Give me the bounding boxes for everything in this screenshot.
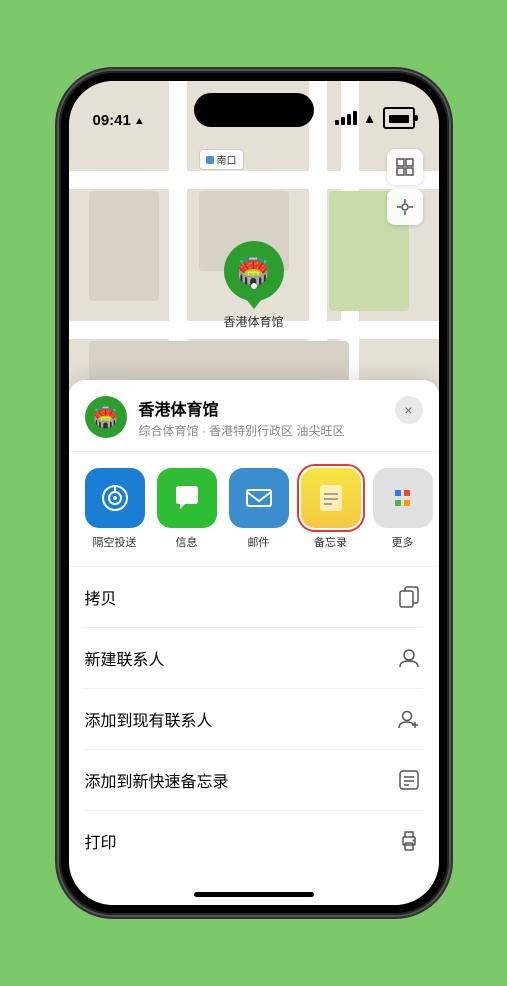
messages-icon[interactable]: [157, 468, 217, 528]
action-new-contact[interactable]: 新建联系人: [85, 628, 423, 689]
sheet-title-area: 香港体育馆 综合体育馆 · 香港特别行政区 油尖旺区: [139, 396, 383, 439]
airdrop-icon[interactable]: [85, 468, 145, 528]
print-label: 打印: [85, 829, 117, 853]
time-label: 09:41: [93, 112, 131, 129]
sheet-subtitle: 综合体育馆 · 香港特别行政区 油尖旺区: [139, 422, 383, 439]
venue-icon-emoji: 🏟️: [93, 405, 118, 430]
location-arrow-icon: ▲: [134, 115, 145, 127]
action-copy[interactable]: 拷贝: [85, 567, 423, 628]
wifi-icon: ▲: [363, 110, 377, 126]
home-indicator: [194, 892, 314, 897]
pin-label: 香港体育馆: [223, 313, 283, 330]
location-button[interactable]: [387, 189, 423, 225]
add-existing-label: 添加到现有联系人: [85, 707, 213, 731]
add-existing-icon: [395, 705, 423, 733]
status-time: 09:41 ▲: [93, 112, 145, 129]
action-quick-note[interactable]: 添加到新快速备忘录: [85, 750, 423, 811]
status-icons: ▲: [335, 107, 415, 129]
action-print[interactable]: 打印: [85, 811, 423, 871]
map-label: 南口: [199, 149, 244, 170]
new-contact-icon: [395, 644, 423, 672]
quick-note-icon: [395, 766, 423, 794]
airdrop-label: 隔空投送: [93, 534, 137, 550]
map-type-button[interactable]: [387, 149, 423, 185]
messages-label: 信息: [176, 534, 198, 550]
copy-label: 拷贝: [85, 585, 117, 609]
dynamic-island: [194, 93, 314, 127]
share-apps-row: 隔空投送 信息 邮件: [69, 452, 439, 567]
venue-pin: 🏟️ 香港体育馆: [223, 241, 283, 330]
more-icon[interactable]: [373, 468, 433, 528]
action-list: 拷贝 新建联系人 添加到现有联系人: [69, 567, 439, 871]
new-contact-label: 新建联系人: [85, 646, 165, 670]
share-notes[interactable]: 备忘录: [301, 468, 361, 550]
map-controls[interactable]: [387, 149, 423, 225]
mail-label: 邮件: [248, 534, 270, 550]
battery-icon: [383, 107, 415, 129]
notes-label: 备忘录: [314, 534, 347, 550]
mail-icon[interactable]: [229, 468, 289, 528]
print-icon: [395, 827, 423, 855]
stadium-icon: 🏟️: [237, 256, 269, 287]
copy-icon: [395, 583, 423, 611]
signal-bars-icon: [335, 111, 357, 125]
venue-icon: 🏟️: [85, 396, 127, 438]
phone-frame: 09:41 ▲ ▲: [59, 71, 449, 915]
action-add-existing[interactable]: 添加到现有联系人: [85, 689, 423, 750]
share-airdrop[interactable]: 隔空投送: [85, 468, 145, 550]
share-mail[interactable]: 邮件: [229, 468, 289, 550]
close-button[interactable]: ×: [395, 396, 423, 424]
share-more[interactable]: 更多: [373, 468, 433, 550]
phone-screen: 09:41 ▲ ▲: [69, 81, 439, 905]
sheet-header: 🏟️ 香港体育馆 综合体育馆 · 香港特别行政区 油尖旺区 ×: [69, 380, 439, 452]
map-label-text: 南口: [217, 152, 237, 167]
bottom-sheet: 🏟️ 香港体育馆 综合体育馆 · 香港特别行政区 油尖旺区 × 隔空投送: [69, 380, 439, 905]
metro-icon: [206, 156, 214, 164]
more-label: 更多: [392, 534, 414, 550]
quick-note-label: 添加到新快速备忘录: [85, 768, 229, 792]
share-messages[interactable]: 信息: [157, 468, 217, 550]
pin-icon: 🏟️: [223, 241, 283, 301]
sheet-title: 香港体育馆: [139, 396, 383, 420]
